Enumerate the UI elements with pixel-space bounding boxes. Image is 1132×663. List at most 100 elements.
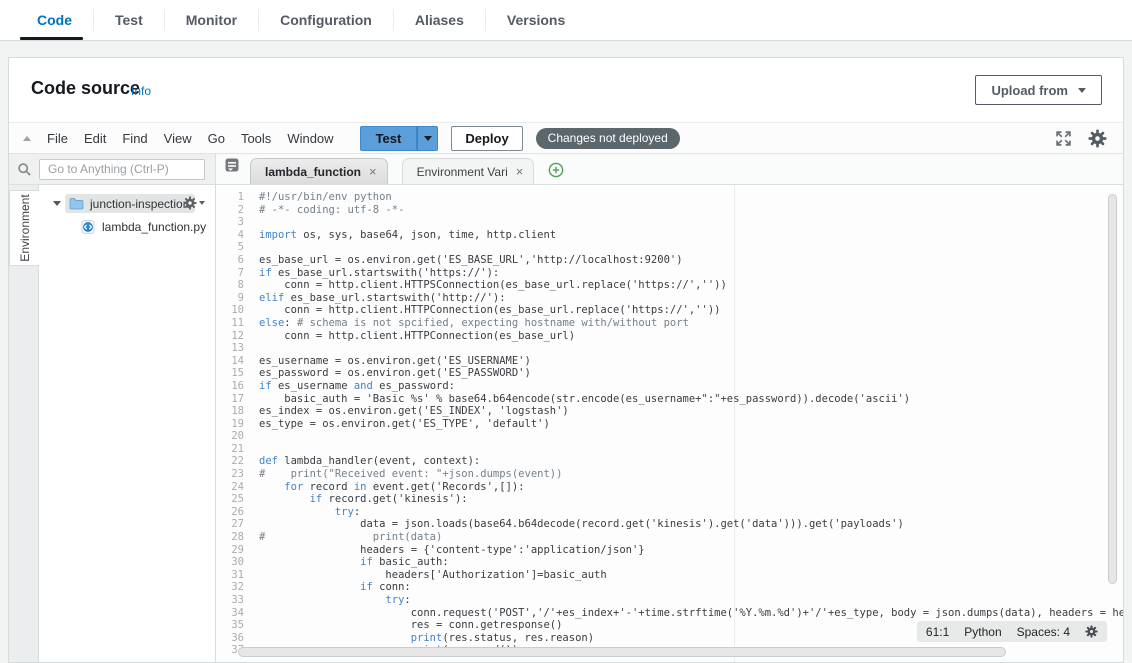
horizontal-scrollbar[interactable] bbox=[238, 647, 1006, 657]
line-content: conn = http.client.HTTPConnection(es_bas… bbox=[253, 330, 575, 343]
menu-go[interactable]: Go bbox=[200, 131, 233, 146]
menu-view[interactable]: View bbox=[156, 131, 200, 146]
editor-tab-label: lambda_function bbox=[265, 165, 361, 179]
code-line: 27 data = json.loads(base64.b64decode(re… bbox=[217, 518, 1123, 531]
info-link[interactable]: Info bbox=[131, 84, 151, 98]
folder-item[interactable]: junction-inspection bbox=[65, 194, 195, 213]
editor-tab-environment-vari[interactable]: Environment Vari× bbox=[402, 158, 535, 184]
code-line: 20 bbox=[217, 430, 1123, 443]
line-content: import os, sys, base64, json, time, http… bbox=[253, 229, 556, 242]
code-line: 4import os, sys, base64, json, time, htt… bbox=[217, 229, 1123, 242]
tab-code[interactable]: Code bbox=[16, 0, 93, 40]
environment-panel-tab[interactable]: Environment bbox=[9, 190, 39, 266]
indent-setting[interactable]: Spaces: 4 bbox=[1017, 625, 1070, 639]
tab-list-icon[interactable] bbox=[224, 157, 240, 178]
tree-folder-row: junction-inspection bbox=[39, 194, 215, 213]
line-content: es_index = os.environ.get('ES_INDEX', 'l… bbox=[253, 405, 569, 418]
code-line: 33 try: bbox=[217, 594, 1123, 607]
editor-tab-bar: lambda_function×Environment Vari× bbox=[216, 154, 1123, 185]
page-title: Code source bbox=[31, 78, 140, 99]
tab-versions[interactable]: Versions bbox=[486, 0, 586, 40]
folder-icon bbox=[69, 197, 84, 210]
goto-anything-input[interactable] bbox=[39, 159, 205, 180]
code-line: 17 basic_auth = 'Basic %s' % base64.b64e… bbox=[217, 393, 1123, 406]
settings-gear-icon[interactable] bbox=[1088, 129, 1107, 148]
tree-settings-icon[interactable] bbox=[183, 196, 205, 210]
line-number: 10 bbox=[217, 304, 253, 317]
cloud9-ide: FileEditFindViewGoToolsWindow Test Deplo… bbox=[9, 122, 1123, 662]
code-line: 6es_base_url = os.environ.get('ES_BASE_U… bbox=[217, 254, 1123, 267]
code-line: 9elif es_base_url.startswith('http://'): bbox=[217, 292, 1123, 305]
code-line: 29 headers = {'content-type':'applicatio… bbox=[217, 544, 1123, 557]
menu-file[interactable]: File bbox=[39, 131, 76, 146]
search-icon[interactable] bbox=[9, 162, 39, 177]
close-tab-icon[interactable]: × bbox=[369, 164, 377, 179]
line-number: 36 bbox=[217, 632, 253, 645]
code-line: 25 if record.get('kinesis'): bbox=[217, 493, 1123, 506]
chevron-down-icon bbox=[424, 136, 432, 141]
editor-tab-lambda-function[interactable]: lambda_function × bbox=[250, 158, 388, 184]
code-line: 14es_username = os.environ.get('ES_USERN… bbox=[217, 355, 1123, 368]
line-content bbox=[253, 342, 265, 355]
code-line: 32 if conn: bbox=[217, 581, 1123, 594]
tree-expand-caret-icon[interactable] bbox=[53, 201, 61, 206]
code-line: 18es_index = os.environ.get('ES_INDEX', … bbox=[217, 405, 1123, 418]
line-number: 28 bbox=[217, 531, 253, 544]
line-content: elif es_base_url.startswith('http://'): bbox=[253, 292, 506, 305]
line-number: 33 bbox=[217, 594, 253, 607]
code-line: 5 bbox=[217, 241, 1123, 254]
collapse-menubar-icon[interactable] bbox=[23, 136, 31, 141]
code-line: 30 if basic_auth: bbox=[217, 556, 1123, 569]
menu-edit[interactable]: Edit bbox=[76, 131, 114, 146]
tab-configuration[interactable]: Configuration bbox=[259, 0, 393, 40]
upload-from-button[interactable]: Upload from bbox=[975, 75, 1102, 105]
code-line: 19es_type = os.environ.get('ES_TYPE', 'd… bbox=[217, 418, 1123, 431]
fullscreen-icon[interactable] bbox=[1055, 130, 1072, 147]
line-content: # print("Received event: "+json.dumps(ev… bbox=[253, 468, 562, 481]
menu-window[interactable]: Window bbox=[279, 131, 341, 146]
code-line: 24 for record in event.get('Records',[])… bbox=[217, 481, 1123, 494]
file-tree: junction-inspection bbox=[39, 185, 216, 662]
code-line: 34 conn.request('POST','/'+es_index+'-'+… bbox=[217, 607, 1123, 620]
editor-settings-gear-icon[interactable] bbox=[1085, 625, 1098, 638]
code-line: 2# -*- coding: utf-8 -*- bbox=[217, 204, 1123, 217]
close-tab-icon[interactable]: × bbox=[516, 164, 524, 179]
editor-tabs: lambda_function×Environment Vari× bbox=[250, 158, 534, 184]
test-button[interactable]: Test bbox=[360, 126, 418, 151]
line-number: 7 bbox=[217, 267, 253, 280]
line-number: 35 bbox=[217, 619, 253, 632]
line-number: 25 bbox=[217, 493, 253, 506]
menu-tools[interactable]: Tools bbox=[233, 131, 279, 146]
line-content: es_base_url = os.environ.get('ES_BASE_UR… bbox=[253, 254, 683, 267]
line-number: 29 bbox=[217, 544, 253, 557]
folder-name: junction-inspection bbox=[90, 197, 189, 211]
line-number: 26 bbox=[217, 506, 253, 519]
line-content: # -*- coding: utf-8 -*- bbox=[253, 204, 404, 217]
tab-monitor[interactable]: Monitor bbox=[165, 0, 258, 40]
line-content bbox=[253, 216, 265, 229]
line-number: 20 bbox=[217, 430, 253, 443]
line-number: 19 bbox=[217, 418, 253, 431]
tab-test[interactable]: Test bbox=[94, 0, 164, 40]
line-number: 9 bbox=[217, 292, 253, 305]
vertical-scrollbar[interactable] bbox=[1108, 194, 1117, 584]
line-number: 14 bbox=[217, 355, 253, 368]
new-tab-icon[interactable] bbox=[548, 162, 564, 178]
cursor-position[interactable]: 61:1 bbox=[926, 625, 949, 639]
tree-file-row[interactable]: lambda_function.py bbox=[39, 218, 215, 235]
deploy-button[interactable]: Deploy bbox=[451, 126, 522, 151]
line-content: else: # schema is not spcified, expectin… bbox=[253, 317, 689, 330]
test-dropdown-button[interactable] bbox=[417, 126, 438, 151]
menu-find[interactable]: Find bbox=[114, 131, 155, 146]
code-editor[interactable]: 1#!/usr/bin/env python2# -*- coding: utf… bbox=[217, 185, 1123, 662]
line-number: 2 bbox=[217, 204, 253, 217]
line-number: 22 bbox=[217, 455, 253, 468]
code-line: 23# print("Received event: "+json.dumps(… bbox=[217, 468, 1123, 481]
tab-aliases[interactable]: Aliases bbox=[394, 0, 485, 40]
line-content: headers = {'content-type':'application/j… bbox=[253, 544, 645, 557]
code-line: 21 bbox=[217, 443, 1123, 456]
lambda-code-editor-screen: CodeTestMonitorConfigurationAliasesVersi… bbox=[0, 0, 1132, 663]
code-line: 1#!/usr/bin/env python bbox=[217, 191, 1123, 204]
language-mode[interactable]: Python bbox=[964, 625, 1001, 639]
code-source-header: Code source Info Upload from bbox=[9, 58, 1123, 122]
